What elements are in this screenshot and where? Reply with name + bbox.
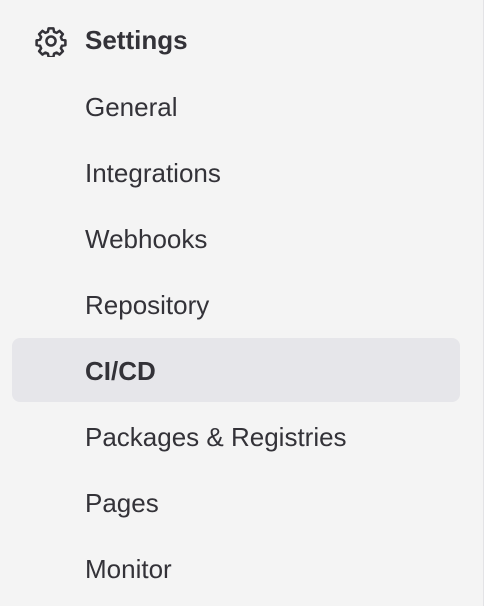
sidebar-item-ci-cd[interactable]: CI/CD: [12, 338, 460, 402]
gear-icon: [35, 27, 67, 57]
sidebar-item-label: CI/CD: [85, 356, 156, 386]
sidebar-item-label: General: [85, 92, 178, 122]
settings-title: Settings: [85, 25, 188, 55]
settings-sidebar: Settings General Integrations Webhooks R…: [0, 0, 484, 606]
sidebar-item-monitor[interactable]: Monitor: [12, 536, 460, 600]
sidebar-item-label: Pages: [85, 488, 159, 518]
settings-section-header[interactable]: Settings: [0, 18, 470, 62]
sidebar-item-webhooks[interactable]: Webhooks: [12, 206, 460, 270]
sidebar-item-repository[interactable]: Repository: [12, 272, 460, 336]
sidebar-item-label: Packages & Registries: [85, 422, 347, 452]
sidebar-item-pages[interactable]: Pages: [12, 470, 460, 534]
sidebar-item-packages-registries[interactable]: Packages & Registries: [12, 404, 460, 468]
sidebar-item-general[interactable]: General: [12, 74, 460, 138]
sidebar-item-label: Integrations: [85, 158, 221, 188]
sidebar-item-integrations[interactable]: Integrations: [12, 140, 460, 204]
sidebar-item-label: Repository: [85, 290, 210, 320]
sidebar-item-label: Monitor: [85, 554, 172, 584]
sidebar-item-label: Webhooks: [85, 224, 208, 254]
